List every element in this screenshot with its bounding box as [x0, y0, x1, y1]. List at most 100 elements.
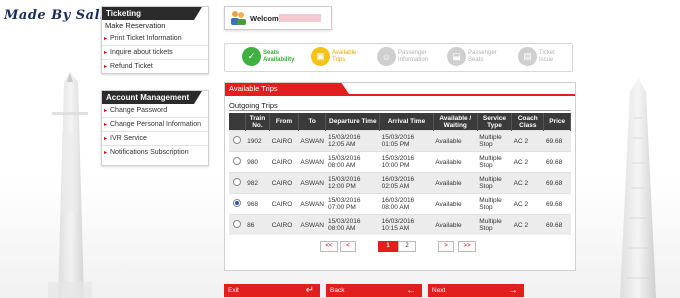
exit-arrow-icon: ↵: [305, 285, 314, 296]
departure-date: 15/03/2016: [327, 218, 361, 225]
departure-date: 15/03/2016: [327, 176, 361, 183]
availability-cell: Available: [433, 151, 478, 173]
coach-class-cell: AC 2: [511, 214, 544, 235]
exit-button-label: Exit: [228, 287, 239, 294]
pager-last-button[interactable]: >>: [458, 241, 476, 252]
col-coach-class: Coach Class: [511, 113, 545, 131]
departure-cell: 15/03/2016 12:00 PM: [325, 172, 380, 194]
arrival-date: 16/03/2016: [381, 197, 415, 204]
pager-page-2[interactable]: 2: [398, 241, 416, 252]
train-no-cell: 968: [245, 193, 270, 215]
train-no-cell: 980: [245, 151, 270, 173]
ticket-icon: ▤: [518, 47, 537, 66]
select-radio[interactable]: [233, 199, 242, 207]
menu-change-personal-info[interactable]: Change Personal Information: [102, 118, 208, 132]
select-radio[interactable]: [233, 157, 242, 165]
departure-time: 07:00 PM: [327, 204, 356, 211]
menu-ivr-service[interactable]: IVR Service: [102, 132, 208, 146]
step-label-line1: Seats: [263, 50, 280, 56]
from-cell: CAIRO: [269, 193, 299, 215]
menu-notifications[interactable]: Notifications Subscription: [102, 146, 208, 159]
arrival-date: 15/03/2016: [381, 155, 415, 162]
availability-cell: Available: [433, 214, 478, 235]
arrival-cell: 16/03/2016 10:15 AM: [379, 214, 434, 235]
next-arrow-icon: →: [508, 285, 518, 296]
exit-button[interactable]: Exit ↵: [224, 284, 320, 297]
train-no-cell: 86: [245, 214, 270, 235]
pager-page-1[interactable]: 1: [378, 241, 398, 252]
availability-cell: Available: [433, 193, 478, 215]
step-label-line2: Information: [398, 56, 429, 63]
step-label-line1: Passenger: [468, 50, 497, 56]
person-icon: ☺: [377, 47, 396, 66]
available-trips-panel: Available Trips Outgoing Trips Train No.…: [224, 82, 576, 271]
step-label-line1: Available: [332, 50, 357, 56]
table-row[interactable]: 86 CAIRO ASWAN 15/03/2016 08:00 AM 16/03/2016…: [229, 214, 571, 235]
departure-cell: 15/03/2016 08:00 AM: [325, 151, 380, 173]
back-button-label: Back: [330, 287, 345, 294]
select-radio[interactable]: [233, 220, 242, 228]
train-no-cell: 1902: [245, 130, 270, 152]
table-row[interactable]: 968 CAIRO ASWAN 15/03/2016 07:00 PM 16/03/201…: [229, 193, 571, 215]
arrival-date: 16/03/2016: [381, 176, 415, 183]
ticketing-title: Ticketing: [102, 7, 202, 20]
departure-time: 12:00 PM: [327, 183, 356, 190]
arrival-cell: 15/03/2016 01:05 PM: [379, 130, 434, 152]
row-select-cell: [229, 130, 246, 152]
trips-header: Available Trips: [225, 83, 575, 96]
departure-date: 15/03/2016: [327, 134, 361, 141]
col-select: [229, 113, 246, 131]
col-arrival: Arrival Time: [379, 113, 434, 131]
row-select-cell: [229, 151, 246, 173]
menu-print-ticket[interactable]: Print Ticket Information: [102, 32, 208, 46]
table-row[interactable]: 982 CAIRO ASWAN 15/03/2016 12:00 PM 16/03/201…: [229, 172, 571, 194]
service-line1: Multiple: [479, 197, 502, 204]
coach-class-cell: AC 2: [511, 193, 544, 215]
step-label-line2: Availability: [263, 56, 295, 63]
arrival-date: 16/03/2016: [381, 218, 415, 225]
service-type-cell: Multiple Stop: [477, 151, 512, 173]
table-header-row: Train No. From To Departure Time Arrival…: [229, 113, 571, 131]
service-line1: Multiple: [479, 218, 502, 225]
arrival-time: 10:00 PM: [381, 162, 410, 169]
pager-first-button[interactable]: <<: [320, 241, 338, 252]
service-type-cell: Multiple Stop: [477, 172, 512, 194]
row-select-cell: [229, 214, 246, 235]
col-service-type: Service Type: [477, 113, 513, 131]
select-radio[interactable]: [233, 136, 242, 144]
table-row[interactable]: 1902 CAIRO ASWAN 15/03/2016 12:05 AM 15/03/20…: [229, 130, 571, 152]
pager-next-button[interactable]: >: [438, 241, 454, 252]
next-button[interactable]: Next →: [428, 284, 524, 297]
select-radio[interactable]: [233, 178, 242, 186]
arrival-cell: 16/03/2016 02:05 AM: [379, 172, 434, 194]
welcome-label: Welcome: [250, 14, 283, 23]
col-departure: Departure Time: [325, 113, 381, 131]
service-line2: Stop: [479, 225, 493, 232]
pager-prev-button[interactable]: <: [340, 241, 356, 252]
divider: [229, 110, 571, 111]
outgoing-trips-label: Outgoing Trips: [229, 101, 278, 110]
service-line1: Multiple: [479, 155, 502, 162]
menu-inquire-tickets[interactable]: Inquire about tickets: [102, 46, 208, 60]
from-cell: CAIRO: [269, 172, 299, 194]
service-line2: Stop: [479, 162, 493, 169]
check-icon: ✓: [242, 47, 261, 66]
departure-cell: 15/03/2016 12:05 AM: [325, 130, 380, 152]
step-label-line2: Trips: [332, 56, 346, 63]
departure-date: 15/03/2016: [327, 155, 361, 162]
train-icon: ▣: [311, 47, 330, 66]
next-button-label: Next: [432, 287, 446, 294]
from-cell: CAIRO: [269, 151, 299, 173]
to-cell: ASWAN: [298, 214, 326, 235]
to-cell: ASWAN: [298, 172, 326, 194]
users-icon: [231, 11, 246, 25]
back-button[interactable]: Back ←: [326, 284, 422, 297]
table-row[interactable]: 980 CAIRO ASWAN 15/03/2016 08:00 AM 15/03/201…: [229, 151, 571, 173]
menu-change-password[interactable]: Change Password: [102, 104, 208, 118]
from-cell: CAIRO: [269, 130, 299, 152]
menu-refund-ticket[interactable]: Refund Ticket: [102, 60, 208, 73]
service-line2: Stop: [479, 141, 493, 148]
to-cell: ASWAN: [298, 130, 326, 152]
coach-class-cell: AC 2: [511, 130, 544, 152]
service-line2: Stop: [479, 183, 493, 190]
